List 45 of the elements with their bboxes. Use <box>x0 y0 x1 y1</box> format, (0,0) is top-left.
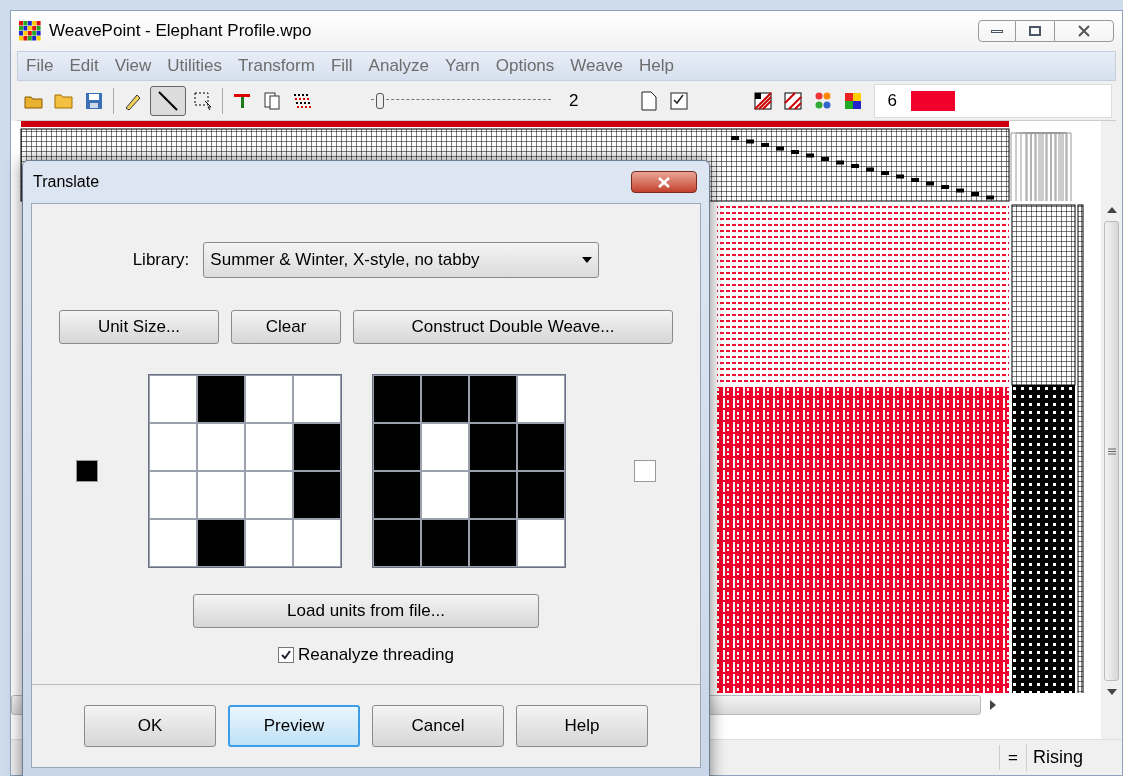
dialog-button[interactable]: Clear <box>231 310 341 344</box>
checkbox-label: Reanalyze threading <box>298 644 454 666</box>
dialog-title: Translate <box>33 172 100 192</box>
checkbox[interactable] <box>278 646 294 663</box>
menu-item[interactable]: Edit <box>61 53 107 79</box>
library-label: Library: <box>132 249 190 272</box>
minimize-button[interactable] <box>978 20 1016 42</box>
right-arrow-icon <box>990 700 996 710</box>
dialog-button[interactable]: Help <box>516 704 648 747</box>
dialog-button[interactable]: Cancel <box>372 704 504 747</box>
slider-value: 2 <box>569 89 579 112</box>
line-tool-button[interactable] <box>150 85 186 116</box>
dialog-button[interactable]: Preview <box>228 704 360 747</box>
close-icon <box>1078 25 1090 37</box>
slider-thumb[interactable] <box>376 92 384 109</box>
menu-item[interactable]: Analyze <box>360 53 438 79</box>
menu-item[interactable]: Transform <box>230 53 323 79</box>
app-logo-icon <box>19 21 41 41</box>
line-icon <box>157 89 179 112</box>
close-button[interactable] <box>1054 20 1114 42</box>
grip-icon <box>1107 447 1116 455</box>
menu-item[interactable]: Help <box>630 53 682 79</box>
status-sign: = <box>999 744 1026 771</box>
close-button[interactable] <box>631 171 697 193</box>
menu-item[interactable]: View <box>106 53 160 79</box>
caret-icon <box>582 257 593 263</box>
close-icon <box>658 176 670 188</box>
status-mode: Rising <box>1026 744 1122 771</box>
vertical-scrollbar-thumb[interactable] <box>1104 221 1119 681</box>
up-arrow-icon <box>1106 207 1117 213</box>
dialog-button[interactable]: OK <box>84 704 216 747</box>
dialog-button[interactable]: Unit Size... <box>59 310 219 344</box>
library-dropdown[interactable]: Summer & Winter, X-style, no tabby <box>203 242 600 278</box>
window-title: WeavePoint - Elephant Profile.wpo <box>49 20 312 43</box>
dialog-button[interactable]: Construct Double Weave... <box>353 310 673 344</box>
menu-item[interactable]: Fill <box>322 53 361 79</box>
menu-item[interactable]: Utilities <box>159 53 231 79</box>
menu-item[interactable]: Weave <box>562 53 631 79</box>
menu-item[interactable]: Options <box>487 53 563 79</box>
down-arrow-icon <box>1106 689 1117 695</box>
menu-item[interactable]: File <box>18 53 62 79</box>
dialog-button[interactable]: Load units from file... <box>193 594 539 628</box>
menu-item[interactable]: Yarn <box>437 53 488 79</box>
maximize-button[interactable] <box>1016 20 1054 42</box>
color-index: 6 <box>887 89 897 112</box>
